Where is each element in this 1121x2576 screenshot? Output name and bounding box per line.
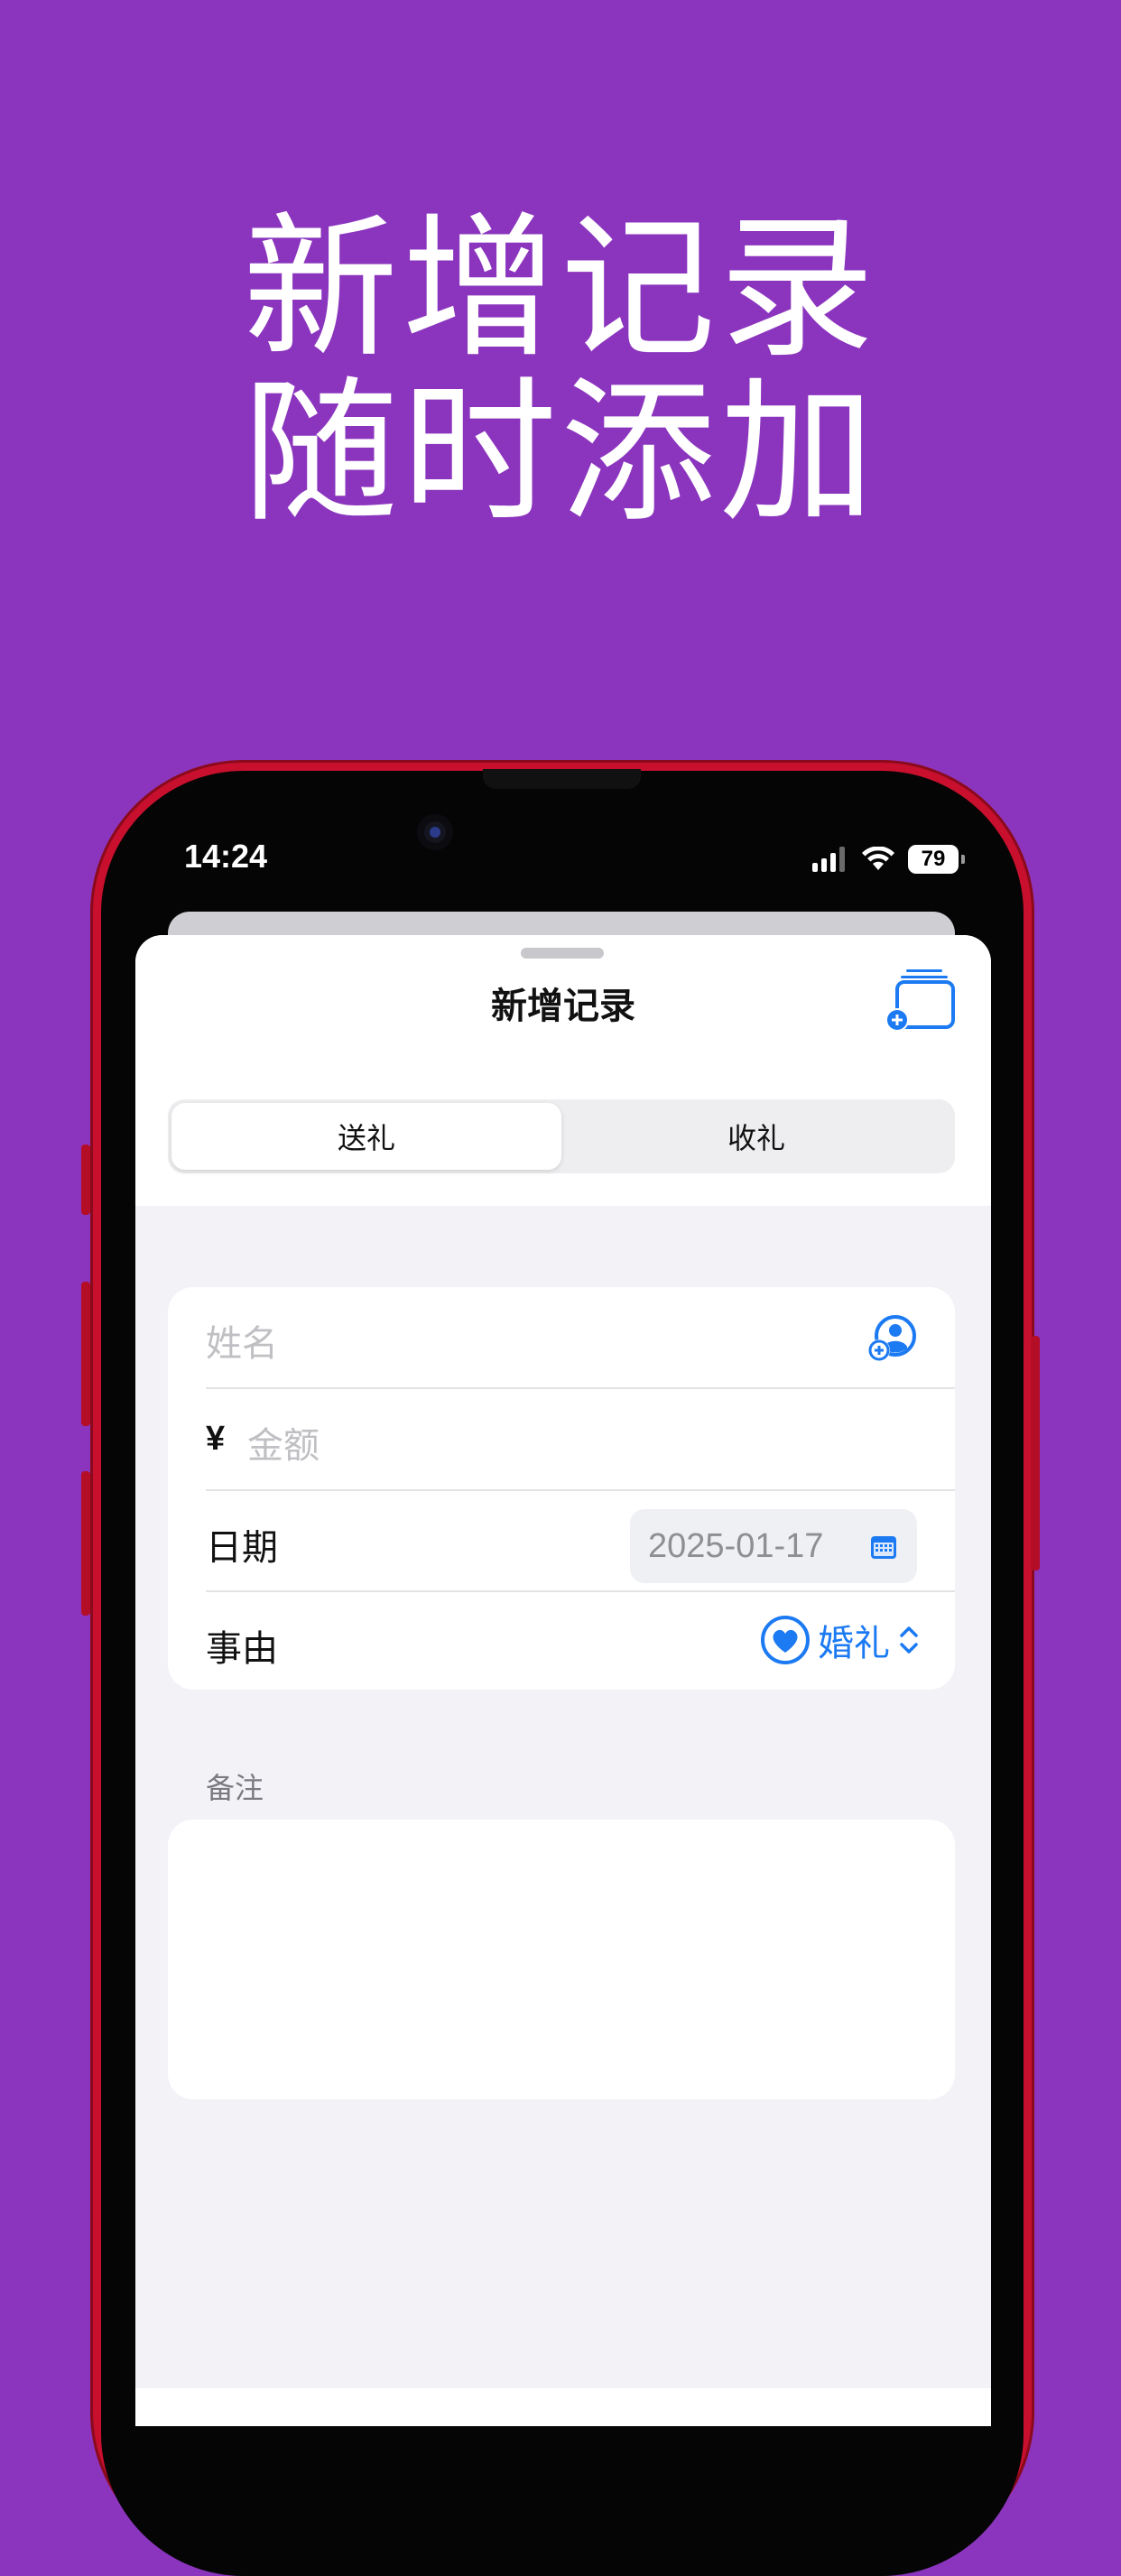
battery-indicator: 79 [908, 845, 965, 874]
calendar-icon [871, 1536, 896, 1559]
name-input[interactable]: 姓名 [206, 1314, 278, 1367]
person-stack-add-icon[interactable] [885, 968, 955, 1033]
notes-textarea[interactable] [168, 1820, 955, 2099]
front-camera [417, 814, 453, 850]
reason-value: 婚礼 [818, 1623, 890, 1664]
status-indicators: 79 [812, 841, 965, 877]
phone-power-button [1031, 1336, 1040, 1571]
status-time: 14:24 [184, 838, 268, 875]
phone-action-button [81, 1144, 90, 1215]
amount-input[interactable]: 金额 [247, 1416, 320, 1469]
date-label: 日期 [206, 1527, 278, 1569]
segment-send-gift[interactable]: 送礼 [171, 1103, 561, 1170]
speaker-grille [483, 769, 641, 789]
name-row: 姓名 [168, 1287, 955, 1387]
reason-row: 事由 婚礼 [168, 1592, 955, 1692]
date-value: 2025-01-17 [648, 1526, 824, 1565]
promo-headline-line1: 新增记录 [243, 198, 878, 379]
phone-volume-down-button [81, 1471, 90, 1616]
reason-picker[interactable]: 婚礼 [760, 1614, 921, 1666]
contact-add-icon[interactable] [868, 1314, 917, 1363]
date-picker[interactable]: 2025-01-17 [630, 1509, 917, 1583]
currency-symbol: ¥ [206, 1420, 226, 1458]
gift-type-segmented-control: 送礼 收礼 [168, 1099, 955, 1173]
promo-headline-line2: 随时添加 [243, 362, 878, 543]
signal-icon [812, 847, 845, 872]
segment-receive-gift[interactable]: 收礼 [561, 1103, 951, 1170]
heart-icon [761, 1616, 810, 1664]
add-record-sheet: 新增记录 送礼 收礼 姓名 ¥ 金额 日期 2025-01-17 事由 婚礼 备… [135, 935, 991, 2426]
amount-row: ¥ 金额 [168, 1389, 955, 1489]
phone-volume-up-button [81, 1282, 90, 1426]
notes-label: 备注 [206, 1771, 264, 1805]
bottom-action-area [135, 2388, 991, 2426]
sheet-title: 新增记录 [491, 986, 635, 1027]
reason-label: 事由 [206, 1628, 278, 1670]
sheet-grabber[interactable] [521, 948, 604, 959]
chevron-up-down-icon [900, 1626, 918, 1654]
wifi-icon [862, 847, 894, 870]
date-row: 日期 2025-01-17 [168, 1491, 955, 1591]
record-form-card: 姓名 ¥ 金额 日期 2025-01-17 事由 婚礼 [168, 1287, 955, 1690]
